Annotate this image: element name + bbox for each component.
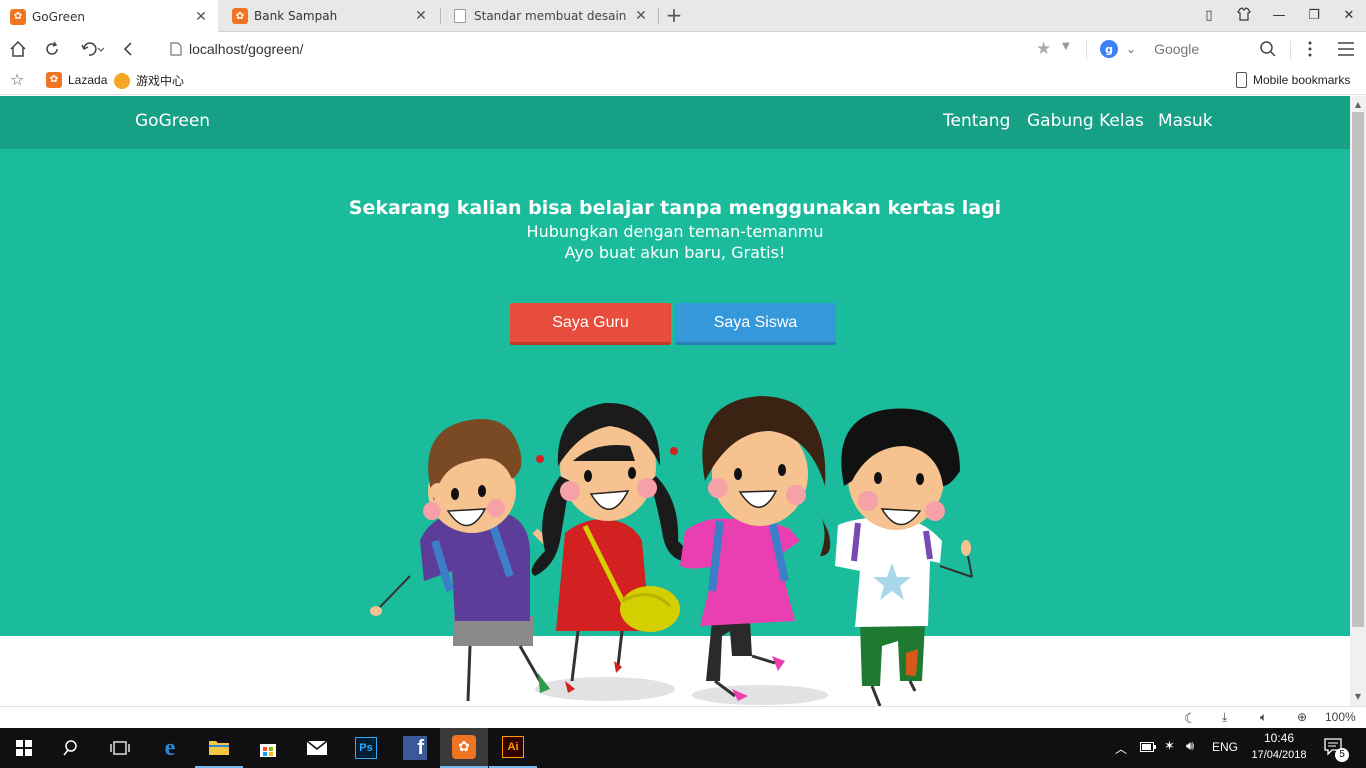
page-viewport: GoGreen Tentang Gabung Kelas Masuk Sekar… (0, 96, 1350, 706)
skin-icon[interactable] (1235, 7, 1253, 25)
undo-close-icon[interactable] (78, 39, 108, 59)
file-explorer-icon[interactable] (195, 728, 243, 768)
mobile-device-icon (1236, 72, 1247, 88)
tab-separator (440, 8, 441, 24)
tab-standar[interactable]: Standar membuat desain web ✕ (442, 0, 658, 32)
nav-link-tentang[interactable]: Tentang (943, 111, 1010, 131)
close-tab-icon[interactable]: ✕ (194, 9, 208, 25)
network-icon[interactable]: ✶ (1164, 738, 1175, 754)
kid-boy-brown-hair (370, 419, 550, 702)
new-tab-icon[interactable]: + (664, 5, 684, 25)
close-window-icon[interactable]: ✕ (1340, 7, 1358, 25)
more-options-icon[interactable] (1300, 39, 1320, 59)
close-tab-icon[interactable]: ✕ (414, 8, 428, 24)
toolbar-divider (1086, 41, 1087, 59)
tab-bank-sampah[interactable]: ✿ Bank Sampah ✕ (222, 0, 438, 32)
tab-title: GoGreen (32, 9, 85, 24)
nav-link-masuk[interactable]: Masuk (1158, 111, 1213, 131)
zoom-level[interactable]: 100% (1325, 710, 1356, 724)
clock-time[interactable]: 10:46 (1248, 731, 1310, 745)
uc-favicon-icon: ✿ (232, 8, 248, 24)
scroll-thumb[interactable] (1352, 112, 1364, 627)
scroll-down-icon[interactable]: ▼ (1350, 690, 1366, 704)
store-icon[interactable] (244, 728, 292, 768)
search-placeholder: Google (1154, 41, 1200, 57)
browser-status-bar: ☾ ⤓ 🔈︎ ⊕ 100% (0, 706, 1366, 728)
minimize-icon[interactable]: — (1270, 7, 1288, 25)
search-icon[interactable] (1258, 39, 1278, 59)
photoshop-icon[interactable]: Ps (342, 728, 390, 768)
kid-boy-black-hair (835, 408, 973, 706)
tile-windows-icon[interactable]: ▯ (1200, 7, 1218, 25)
tab-strip: ✿ GoGreen ✕ ✿ Bank Sampah ✕ Standar memb… (0, 0, 1366, 33)
uc-favicon-icon: ✿ (10, 8, 26, 25)
search-icon[interactable] (48, 728, 96, 768)
lazada-icon: ✿ (46, 72, 62, 88)
page-info-icon[interactable] (170, 42, 182, 60)
close-tab-icon[interactable]: ✕ (634, 8, 648, 24)
volume-icon[interactable]: 🔈︎ (1260, 710, 1267, 725)
document-icon (452, 8, 468, 24)
edge-icon[interactable]: e (146, 728, 194, 768)
dropdown-arrow-icon[interactable]: ▼ (1062, 41, 1070, 52)
tab-title: Bank Sampah (254, 9, 338, 23)
site-brand[interactable]: GoGreen (135, 111, 210, 131)
volume-icon[interactable]: 🔊︎ (1186, 738, 1194, 754)
bookmark-label: Lazada (68, 73, 108, 87)
night-mode-icon[interactable]: ☾ (1184, 710, 1197, 727)
toolbar-divider (1290, 41, 1291, 59)
mobile-bookmarks[interactable]: Mobile bookmarks (1236, 72, 1350, 88)
restore-icon[interactable]: ❐ (1305, 7, 1323, 25)
home-icon[interactable] (8, 39, 28, 59)
kid-girl-red-dress (531, 402, 688, 693)
illustrator-icon[interactable]: Ai (489, 728, 537, 768)
bookmark-lazada[interactable]: ✿ Lazada (46, 72, 107, 88)
start-icon[interactable] (0, 728, 48, 768)
site-navbar: GoGreen Tentang Gabung Kelas Masuk (0, 96, 1350, 149)
address-bar[interactable]: localhost/gogreen/ ★ ▼ (160, 37, 1086, 61)
notification-count-badge: 5 (1335, 748, 1349, 762)
bookmark-bar: ☆ ✿ Lazada 游戏中心 Mobile bookmarks (0, 65, 1366, 95)
url-text: localhost/gogreen/ (189, 41, 304, 57)
bookmark-label: 游戏中心 (136, 74, 185, 88)
clock-date[interactable]: 17/04/2018 (1246, 749, 1312, 761)
game-center-icon (114, 72, 130, 89)
menu-icon[interactable] (1336, 39, 1356, 59)
bookmarks-star-icon[interactable]: ☆ (10, 70, 24, 89)
address-toolbar: localhost/gogreen/ ★ ▼ g ⌄ Google (0, 33, 1366, 65)
mail-icon[interactable] (293, 728, 341, 768)
uc-browser-icon[interactable]: ✿ (440, 728, 488, 768)
kid-girl-pink-shirt (680, 396, 831, 701)
scroll-up-icon[interactable]: ▲ (1350, 98, 1366, 112)
hero-subtitle: Hubungkan dengan teman-temanmu (526, 222, 824, 241)
facebook-icon[interactable]: f (391, 728, 439, 768)
reload-icon[interactable] (42, 39, 62, 59)
tab-gogreen[interactable]: ✿ GoGreen ✕ (0, 0, 218, 33)
bookmark-star-icon[interactable]: ★ (1036, 39, 1051, 59)
search-engine-icon[interactable]: g (1100, 40, 1118, 58)
task-view-icon[interactable] (96, 728, 144, 768)
teacher-button[interactable]: Saya Guru (510, 303, 671, 345)
zoom-icon[interactable]: ⊕ (1297, 710, 1307, 724)
student-button[interactable]: Saya Siswa (675, 303, 836, 345)
tab-separator (658, 8, 659, 24)
battery-icon[interactable] (1140, 740, 1156, 755)
windows-taskbar: e Ps f ✿ Ai ︿ ✶ 🔊︎ ENG 10:46 17/04/2018 … (0, 728, 1366, 768)
bookmark-game-center[interactable]: 游戏中心 (114, 72, 184, 89)
kids-illustration (370, 396, 973, 706)
vertical-scrollbar[interactable]: ▲ ▼ (1350, 96, 1366, 706)
hero-subtitle: Ayo buat akun baru, Gratis! (564, 243, 786, 262)
show-hidden-icons-icon[interactable]: ︿ (1115, 740, 1127, 757)
back-icon[interactable] (118, 39, 138, 59)
nav-link-gabung-kelas[interactable]: Gabung Kelas (1027, 111, 1144, 131)
download-icon[interactable]: ⤓ (1222, 710, 1227, 725)
mobile-bookmarks-label: Mobile bookmarks (1253, 73, 1351, 87)
chevron-down-icon[interactable]: ⌄ (1126, 42, 1136, 56)
hero-title: Sekarang kalian bisa belajar tanpa mengg… (348, 197, 1002, 219)
tab-title: Standar membuat desain web (474, 9, 628, 23)
language-indicator[interactable]: ENG (1212, 740, 1238, 754)
